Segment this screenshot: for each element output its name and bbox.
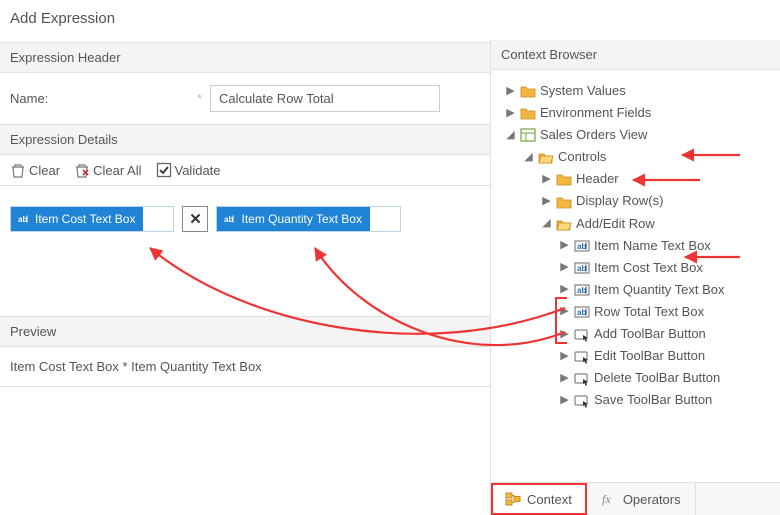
tree-node-add-toolbar[interactable]: ▶Add ToolBar Button [559,323,776,345]
tree-node-item-quantity[interactable]: ▶Item Quantity Text Box [559,279,776,301]
view-icon [520,127,536,143]
tree-node-system-values[interactable]: ▶System Values [505,80,776,102]
trash-x-icon [74,162,90,178]
expand-icon[interactable]: ▶ [559,240,570,251]
required-star-icon: * [197,91,202,106]
section-expression-header: Expression Header [0,42,490,73]
section-context-browser: Context Browser [491,40,780,70]
tree-node-environment-fields[interactable]: ▶Environment Fields [505,102,776,124]
tree-node-item-cost[interactable]: ▶Item Cost Text Box [559,257,776,279]
tree-node-display-rows[interactable]: ▶Display Row(s) [541,190,776,212]
folder-icon [520,105,536,121]
name-label: Name:* [10,91,210,106]
folder-icon [520,83,536,99]
tree-node-row-total[interactable]: ▶Row Total Text Box [559,301,776,323]
tab-context[interactable]: Context [491,483,587,515]
textbox-icon [221,211,237,227]
tree-node-delete-toolbar[interactable]: ▶Delete ToolBar Button [559,367,776,389]
expand-icon[interactable]: ▶ [505,86,516,97]
textbox-icon [15,211,31,227]
check-icon [156,162,172,178]
expand-icon[interactable]: ▶ [505,108,516,119]
folder-open-icon [538,149,554,165]
fx-icon [601,491,617,507]
context-tree: ▶System Values ▶Environment Fields ◢Sale… [491,70,780,417]
trash-icon [10,162,26,178]
expression-canvas[interactable]: Item Cost Text Box ✕ Item Quantity Text … [0,186,490,316]
expand-icon[interactable]: ▶ [541,174,552,185]
expand-icon[interactable]: ▶ [559,373,570,384]
tree-node-header[interactable]: ▶Header [541,168,776,190]
preview-text: Item Cost Text Box * Item Quantity Text … [0,347,490,387]
textbox-icon [574,260,590,276]
textbox-icon [574,304,590,320]
collapse-icon[interactable]: ◢ [505,130,516,141]
clear-all-button[interactable]: Clear All [74,162,141,178]
expand-icon[interactable]: ▶ [559,329,570,340]
tree-node-sales-orders-view[interactable]: ◢Sales Orders View [505,124,776,146]
expand-icon[interactable]: ▶ [541,196,552,207]
expression-token-item-cost[interactable]: Item Cost Text Box [10,206,174,232]
folder-open-icon [556,216,572,232]
tree-node-item-name[interactable]: ▶Item Name Text Box [559,235,776,257]
dialog-title: Add Expression [0,0,490,42]
tree-node-controls[interactable]: ◢Controls [523,146,776,168]
operator-multiply[interactable]: ✕ [182,206,208,232]
validate-button[interactable]: Validate [156,162,221,178]
button-icon [574,370,590,386]
textbox-icon [574,282,590,298]
expand-icon[interactable]: ▶ [559,284,570,295]
tree-node-edit-toolbar[interactable]: ▶Edit ToolBar Button [559,345,776,367]
collapse-icon[interactable]: ◢ [541,218,552,229]
expand-icon[interactable]: ▶ [559,306,570,317]
section-preview: Preview [0,316,490,347]
expand-icon[interactable]: ▶ [559,262,570,273]
expand-icon[interactable]: ▶ [559,351,570,362]
expression-token-item-quantity[interactable]: Item Quantity Text Box [216,206,401,232]
section-expression-details: Expression Details [0,124,490,155]
button-icon [574,348,590,364]
tree-node-add-edit-row[interactable]: ◢Add/Edit Row [541,213,776,235]
textbox-icon [574,238,590,254]
name-input[interactable] [210,85,440,112]
collapse-icon[interactable]: ◢ [523,152,534,163]
folder-icon [556,171,572,187]
folder-icon [556,194,572,210]
context-icon [505,491,521,507]
clear-button[interactable]: Clear [10,162,60,178]
button-icon [574,392,590,408]
tab-operators[interactable]: Operators [587,483,696,515]
button-icon [574,326,590,342]
tree-node-save-toolbar[interactable]: ▶Save ToolBar Button [559,389,776,411]
expand-icon[interactable]: ▶ [559,395,570,406]
